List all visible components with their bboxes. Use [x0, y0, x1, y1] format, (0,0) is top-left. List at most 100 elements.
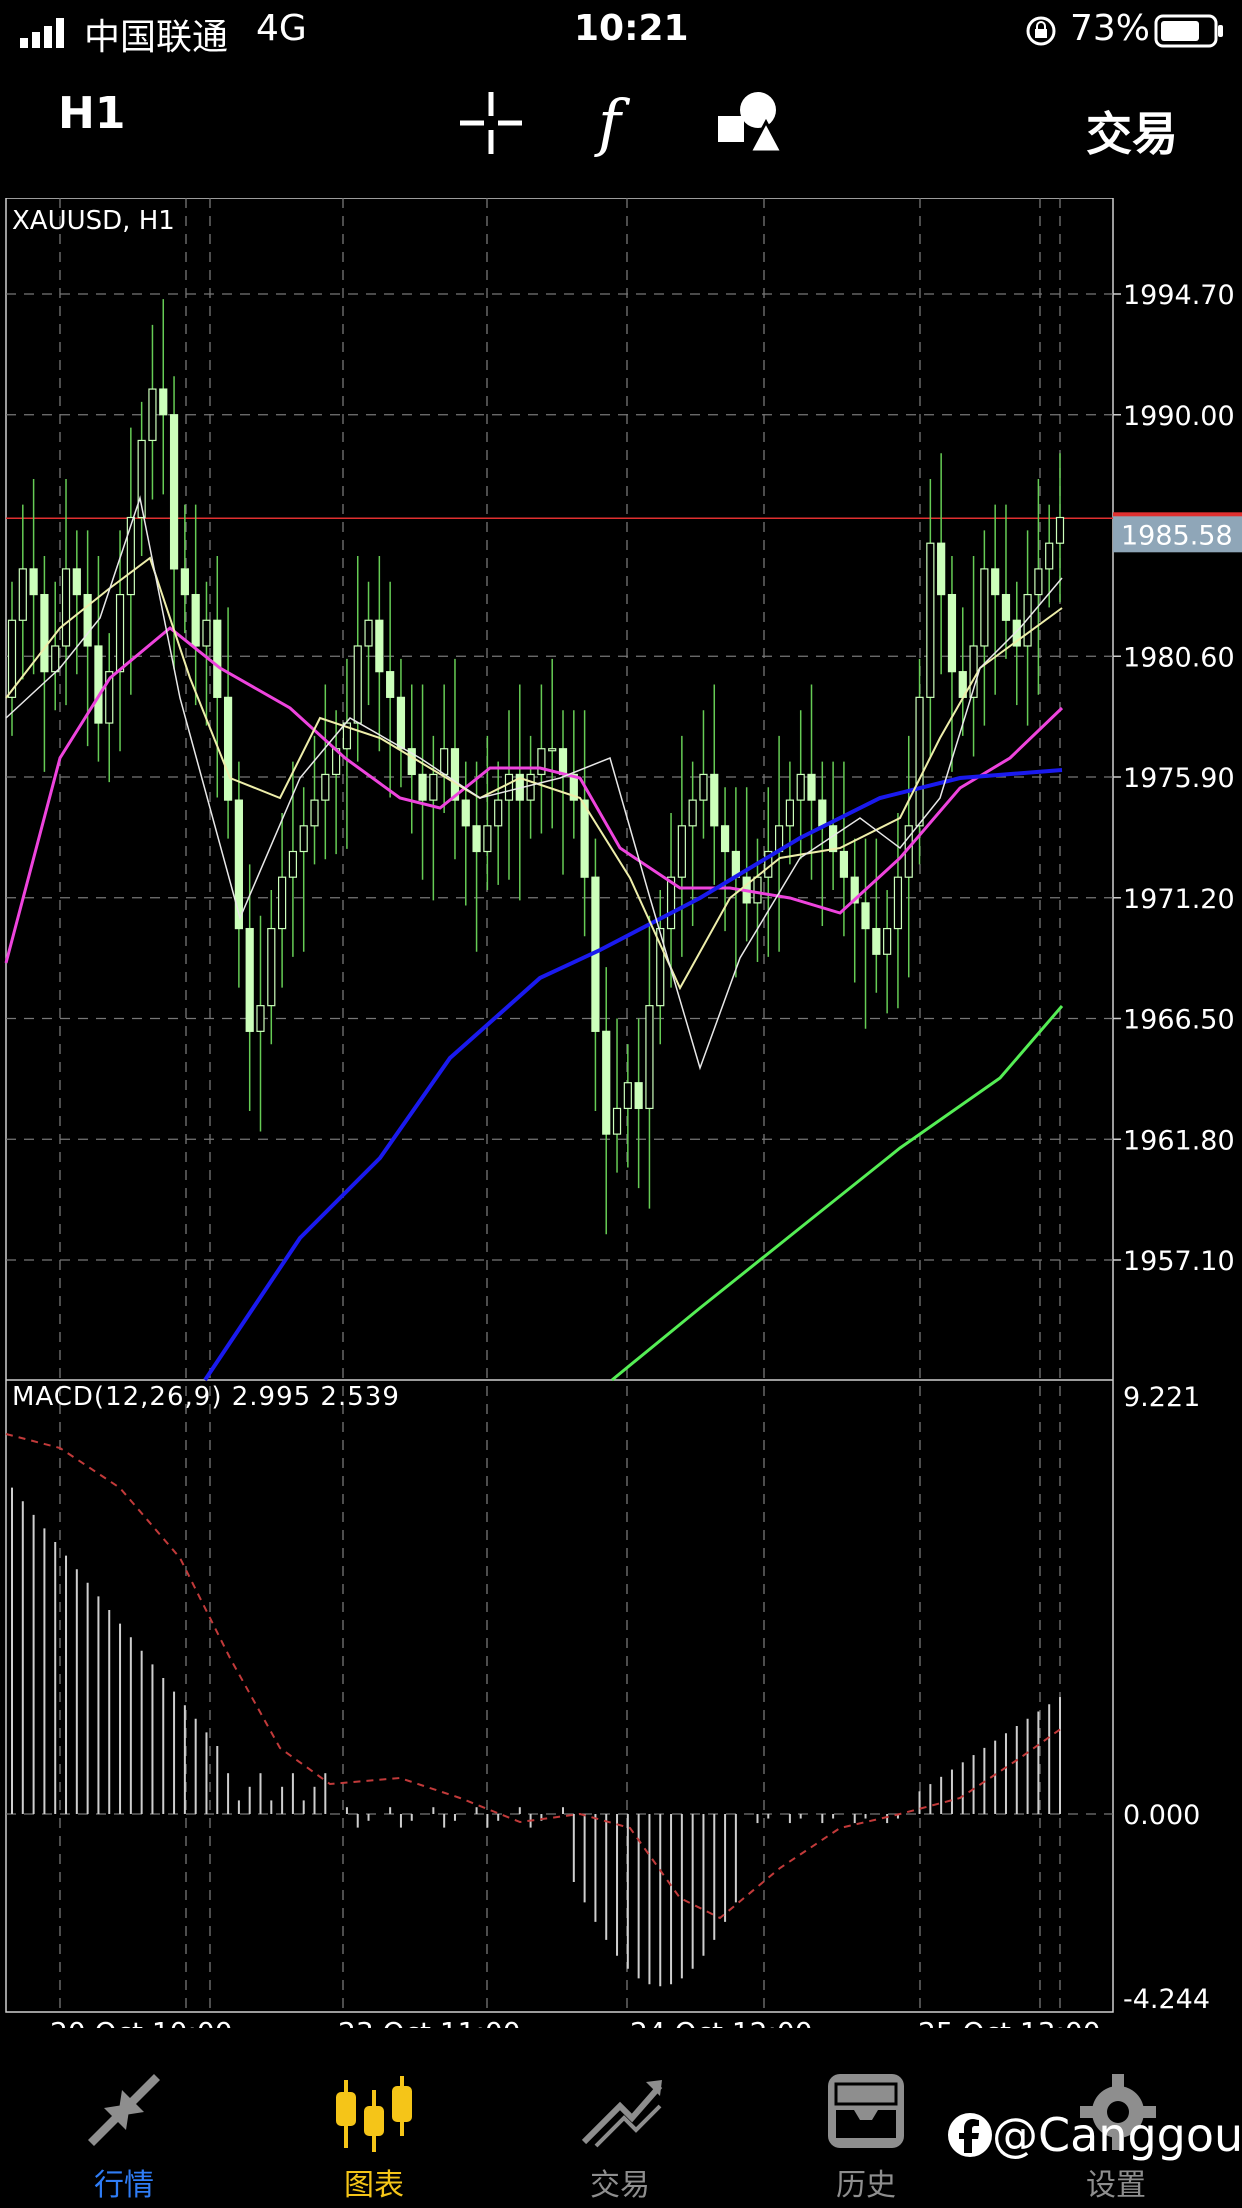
- candle-body: [785, 799, 794, 827]
- time-axis-label: 25 Oct 13:00: [918, 2016, 1101, 2028]
- candle-body: [288, 850, 298, 878]
- candle-body: [386, 671, 395, 698]
- candle-body: [83, 593, 92, 647]
- candle-body: [677, 825, 686, 878]
- tab-label: 图表: [344, 2168, 404, 2203]
- candle-body: [893, 876, 903, 930]
- candle-body: [245, 927, 254, 1032]
- chart-area[interactable]: 1994.70 1990.00 1980.60 1975.90 1971.20 1966.…: [0, 198, 1242, 2028]
- svg-text:f: f: [594, 88, 631, 158]
- clock: 10:21: [574, 8, 689, 49]
- candle-body: [818, 799, 827, 827]
- price-tick-label: 1971.20: [1123, 884, 1235, 915]
- candle-body: [526, 773, 535, 801]
- candle-body: [829, 825, 838, 853]
- tab-label: 交易: [590, 2168, 650, 2203]
- crosshair-icon[interactable]: [460, 92, 522, 154]
- candle-body: [159, 388, 168, 416]
- candle-body: [612, 1107, 622, 1135]
- candle-body: [548, 748, 557, 752]
- candle-body: [94, 645, 103, 724]
- candle-body: [256, 1005, 265, 1032]
- candle-body: [29, 568, 38, 596]
- trade-icon: [581, 2080, 663, 2148]
- ma-blue-line: [203, 768, 1063, 1382]
- macd-tick-label: -4.244: [1123, 1984, 1210, 2015]
- symbol-label: XAUUSD, H1: [12, 206, 175, 236]
- candle-body: [180, 568, 189, 596]
- candle-body: [623, 1082, 632, 1110]
- price-tick-label: 1980.60: [1123, 642, 1235, 673]
- objects-icon[interactable]: [716, 90, 784, 154]
- tab-trade[interactable]: 交易: [520, 2050, 720, 2208]
- candle-body: [213, 619, 222, 698]
- ma-green-line: [611, 1005, 1064, 1382]
- macd-label: MACD(12,26,9) 2.995 2.539: [12, 1382, 400, 1412]
- time-axis-label: 24 Oct 12:00: [630, 2016, 813, 2028]
- history-icon: [828, 2074, 904, 2148]
- chart-toolbar: H1 f 交易: [0, 64, 1242, 198]
- watermark-text: @Canggou: [992, 2108, 1242, 2162]
- price-tick-label: 1994.70: [1123, 280, 1235, 311]
- candle-body: [364, 619, 373, 647]
- current-price-label: 1985.58: [1121, 520, 1233, 551]
- candle-body: [115, 593, 125, 673]
- tab-label: 设置: [1086, 2168, 1146, 2203]
- candle-body: [1001, 593, 1011, 621]
- signal-icon: [20, 18, 64, 48]
- orientation-lock-icon: [1026, 16, 1056, 46]
- time-axis-label: 23 Oct 11:00: [338, 2016, 521, 2028]
- candle-body: [980, 568, 989, 647]
- status-bar: 中国联通 4G 10:21 73%: [0, 0, 1242, 64]
- candle-body: [310, 799, 319, 827]
- candle-body: [429, 773, 438, 801]
- candle-body: [440, 748, 449, 776]
- timeframe-button[interactable]: H1: [58, 88, 125, 139]
- candle-body: [602, 1030, 611, 1135]
- candle-body: [1023, 593, 1032, 647]
- candle-body: [699, 773, 708, 801]
- candle-body: [148, 388, 157, 442]
- price-tick-label: 1975.90: [1123, 763, 1235, 794]
- candle-body: [299, 825, 308, 853]
- candle-body: [234, 799, 243, 930]
- battery-icon: [1154, 14, 1223, 48]
- candle-body: [72, 568, 81, 596]
- trade-button[interactable]: 交易: [1086, 98, 1178, 164]
- facebook-icon: [948, 2113, 992, 2157]
- tab-history[interactable]: 历史: [766, 2050, 966, 2208]
- time-axis-label: 20 Oct 10:00: [50, 2016, 233, 2028]
- tab-quotes[interactable]: 行情: [24, 2050, 224, 2208]
- price-tick-label: 1990.00: [1123, 401, 1235, 432]
- macd-tick-label: 0.000: [1123, 1800, 1200, 1831]
- candle-body: [861, 902, 870, 930]
- candle-body: [688, 799, 697, 827]
- price-tick-label: 1961.80: [1123, 1125, 1235, 1156]
- candle-body: [796, 773, 805, 801]
- candle-body: [753, 876, 762, 904]
- candle-body: [126, 516, 135, 596]
- watermark: @Canggou: [948, 2108, 1242, 2162]
- candle-body: [991, 568, 1000, 596]
- chart-icon: [336, 2076, 412, 2152]
- candle-body: [494, 799, 503, 827]
- candle-body: [807, 773, 816, 801]
- candle-body: [839, 850, 849, 878]
- tab-chart[interactable]: 图表: [274, 2050, 474, 2208]
- function-icon[interactable]: f: [592, 88, 642, 158]
- macd-tick-label: 9.221: [1123, 1382, 1200, 1413]
- candle-body: [267, 927, 276, 1007]
- candle-body: [537, 748, 546, 776]
- candle-body: [720, 825, 730, 853]
- candle-body: [278, 876, 287, 930]
- quotes-icon: [88, 2074, 160, 2146]
- candle-body: [18, 568, 27, 621]
- candle-body: [396, 696, 406, 750]
- price-chart[interactable]: 1994.70 1990.00 1980.60 1975.90 1971.20 1966.…: [0, 198, 1242, 2028]
- tab-label: 行情: [94, 2168, 154, 2203]
- candle-body: [202, 619, 211, 647]
- candle-body: [926, 542, 935, 698]
- network-label: 4G: [256, 8, 307, 49]
- candle-body: [883, 927, 892, 955]
- candle-body: [580, 799, 589, 878]
